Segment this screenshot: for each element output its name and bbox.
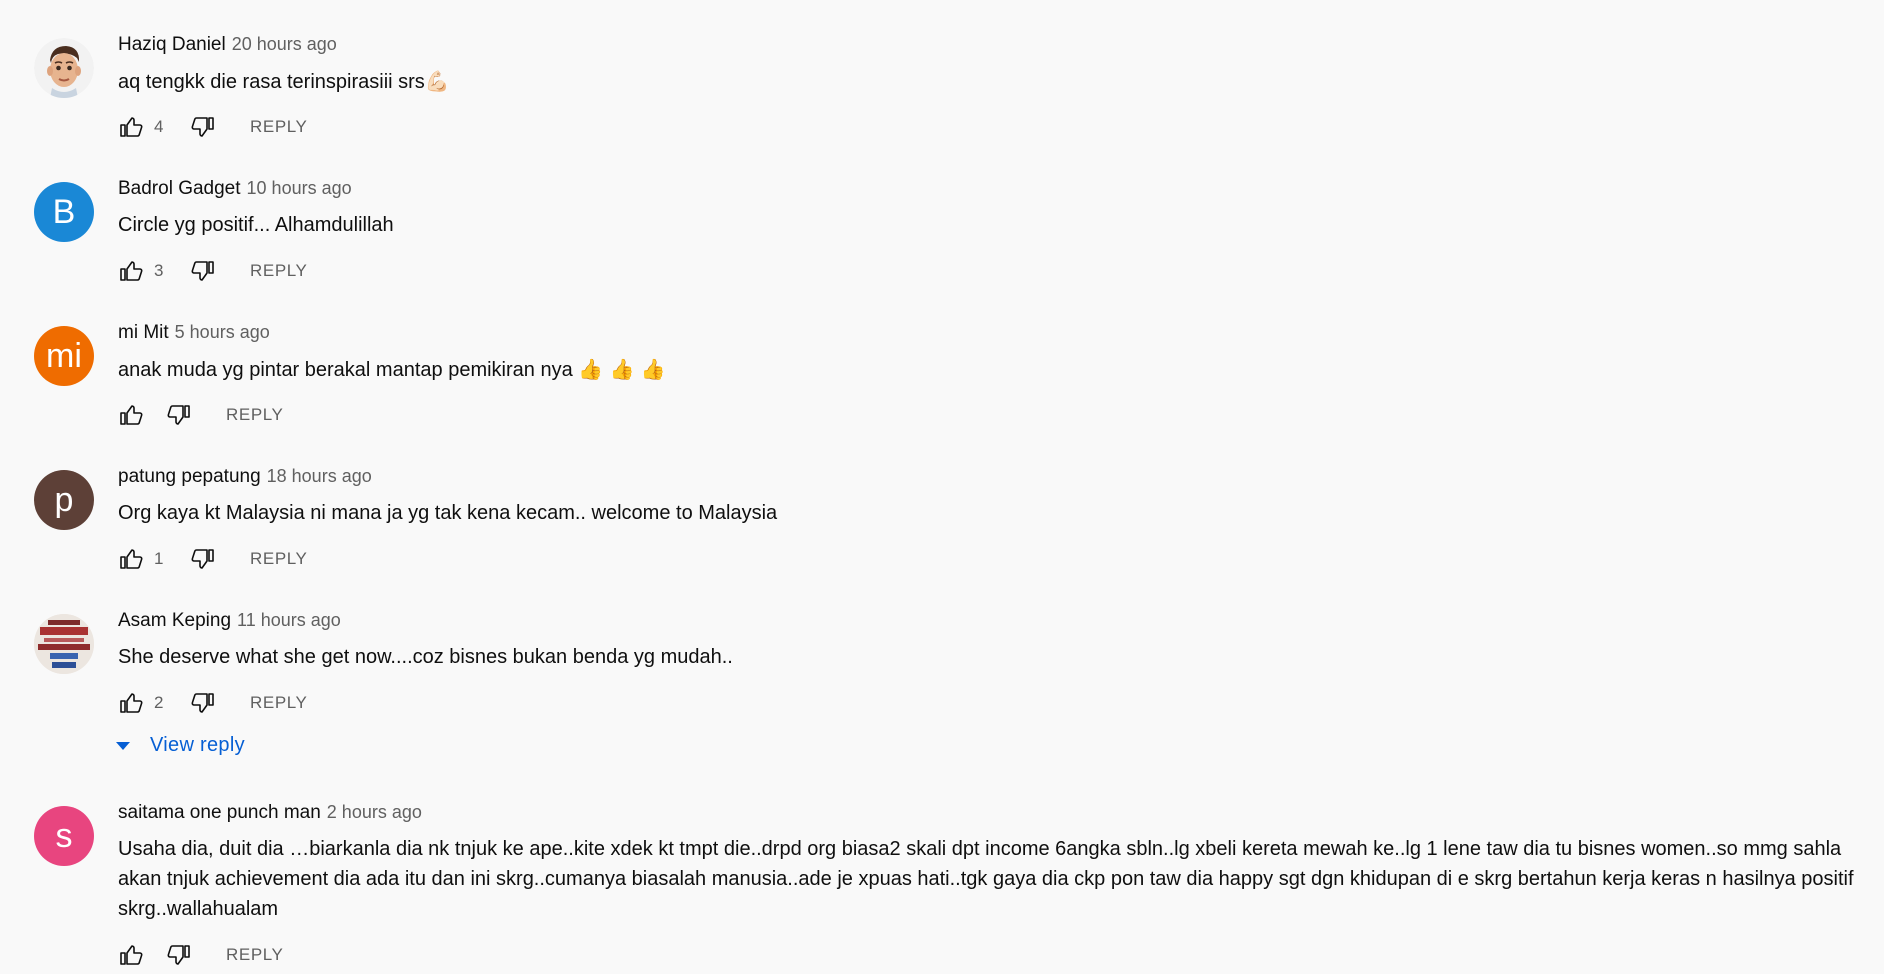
thumb-down-icon [191,117,214,137]
comments-section: Haziq Daniel 20 hours ago aq tengkk die … [0,0,1884,974]
comment-text: Circle yg positif... Alhamdulillah [118,214,394,236]
like-count: 3 [154,261,164,280]
dislike-button[interactable] [190,546,216,572]
comment-timestamp[interactable]: 11 hours ago [237,610,341,631]
dislike-button[interactable] [166,402,192,428]
flexed-biceps-emoji: 💪🏻 [424,69,450,93]
thumb-up-icon [120,117,143,137]
comment-actions: 3 REPLY [118,254,308,288]
comment-header: Badrol Gadget 10 hours ago [118,178,352,204]
reply-button[interactable]: REPLY [250,117,308,137]
reply-button[interactable]: REPLY [250,549,308,569]
comment-actions: 2 REPLY [118,686,308,720]
thumbs-up-emoji: 👍 👍 👍 [578,357,666,381]
comment-header: saitama one punch man 2 hours ago [118,802,422,828]
positive-text-image-icon [34,614,94,674]
thumb-down-icon [191,261,214,281]
view-reply-label: View reply [150,734,245,756]
thumb-down-icon [167,945,190,965]
dislike-button[interactable] [190,114,216,140]
comment-text: anak muda yg pintar berakal mantap pemik… [118,354,1868,385]
reply-button[interactable]: REPLY [226,945,284,965]
reply-button[interactable]: REPLY [250,261,308,281]
view-reply-button[interactable]: View reply [114,734,245,757]
comment-timestamp[interactable]: 5 hours ago [175,322,270,343]
comment-timestamp[interactable]: 2 hours ago [327,802,422,823]
like-count: 2 [154,693,164,712]
comment-text: Org kaya kt Malaysia ni mana ja yg tak k… [118,502,778,524]
like-button[interactable] [118,942,144,968]
author-name[interactable]: patung pepatung [118,466,261,488]
avatar-letter: p [54,481,74,519]
caret-down-icon [116,741,130,750]
reply-button[interactable]: REPLY [226,405,284,425]
dislike-button[interactable] [190,690,216,716]
dislike-button[interactable] [190,258,216,284]
author-name[interactable]: Asam Keping [118,610,231,632]
comment-text-body: aq tengkk die rasa terinspirasiii srs [118,71,425,93]
like-button[interactable] [118,402,144,428]
comment-actions: REPLY [118,398,284,432]
like-button[interactable] [118,546,144,572]
author-name[interactable]: Haziq Daniel [118,34,226,56]
thumb-up-icon [120,693,143,713]
comment-actions: REPLY [118,938,284,972]
comment-header: Haziq Daniel 20 hours ago [118,34,337,60]
thumb-down-icon [191,549,214,569]
comment-text-body: anak muda yg pintar berakal mantap pemik… [118,359,573,381]
thumb-down-icon [167,405,190,425]
like-count: 4 [154,117,164,136]
comment-header: patung pepatung 18 hours ago [118,466,372,492]
avatar[interactable]: mi [34,326,94,386]
memoji-avatar-icon [34,38,94,98]
avatar-letter: s [55,817,73,855]
comment-text: aq tengkk die rasa terinspirasiii srs💪🏻 [118,66,1868,97]
avatar[interactable]: s [34,806,94,866]
avatar-letter: B [52,193,76,231]
reply-button[interactable]: REPLY [250,693,308,713]
thumb-down-icon [191,693,214,713]
author-name[interactable]: saitama one punch man [118,802,321,824]
like-button[interactable] [118,690,144,716]
avatar[interactable]: B [34,182,94,242]
like-button[interactable] [118,114,144,140]
comment-timestamp[interactable]: 10 hours ago [247,178,352,199]
dislike-button[interactable] [166,942,192,968]
author-name[interactable]: Badrol Gadget [118,178,241,200]
comment-actions: 4 REPLY [118,110,308,144]
comment-header: mi Mit 5 hours ago [118,322,270,348]
comment-text: She deserve what she get now....coz bisn… [118,646,733,668]
avatar[interactable]: p [34,470,94,530]
avatar[interactable] [34,38,94,98]
thumb-up-icon [120,945,143,965]
like-button[interactable] [118,258,144,284]
comment-timestamp[interactable]: 18 hours ago [267,466,372,487]
author-name[interactable]: mi Mit [118,322,169,344]
comment-timestamp[interactable]: 20 hours ago [232,34,337,55]
comment-actions: 1 REPLY [118,542,308,576]
comment-header: Asam Keping 11 hours ago [118,610,341,636]
thumb-up-icon [120,261,143,281]
comment-text: Usaha dia, duit dia …biarkanla dia nk tn… [118,838,1854,920]
avatar[interactable] [34,614,94,674]
like-count: 1 [154,549,164,568]
thumb-up-icon [120,549,143,569]
thumb-up-icon [120,405,143,425]
avatar-letter: mi [46,337,82,375]
